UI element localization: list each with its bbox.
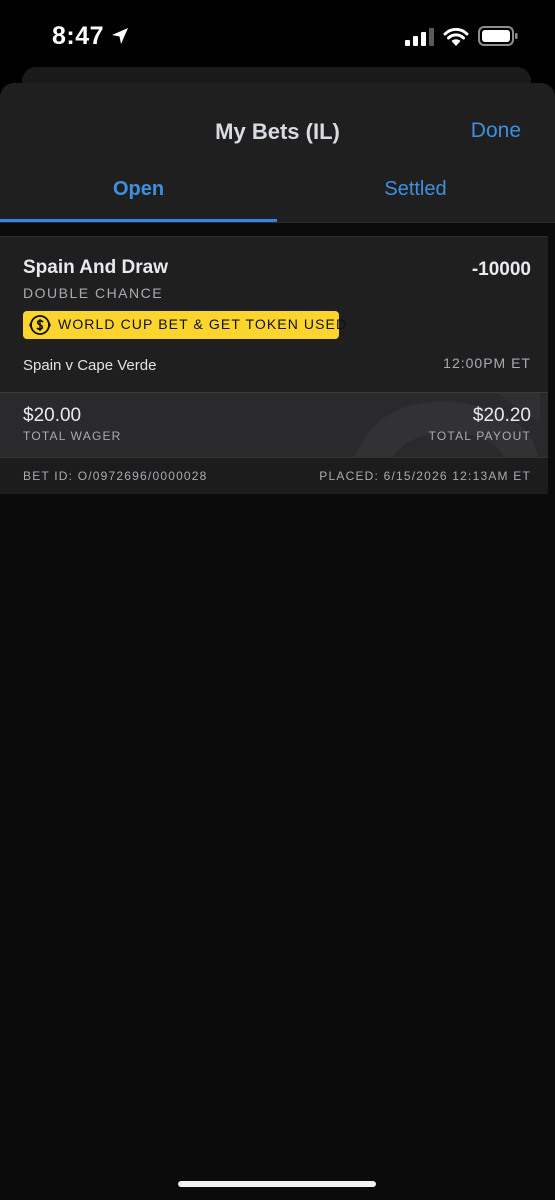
- total-wager-amount: $20.00: [23, 405, 82, 426]
- tab-settled[interactable]: Settled: [277, 178, 554, 201]
- total-wager-label: TOTAL WAGER: [23, 429, 122, 443]
- location-arrow-icon: [112, 28, 128, 44]
- status-time: 8:47: [52, 22, 105, 50]
- sheet-header: My Bets (IL) Done Open Settled: [0, 83, 555, 223]
- bet-card[interactable]: Spain And Draw -10000 DOUBLE CHANCE WORL…: [0, 236, 548, 494]
- wager-section: $20.00 TOTAL WAGER $20.20 TOTAL PAYOUT: [0, 392, 548, 457]
- event-time: 12:00PM ET: [443, 355, 531, 371]
- header-divider: [0, 222, 555, 223]
- token-badge: WORLD CUP BET & GET TOKEN USED: [23, 311, 346, 339]
- status-bar: 8:47: [0, 0, 555, 70]
- cellular-signal-icon: [405, 28, 434, 46]
- bet-odds: -10000: [471, 259, 531, 280]
- placed-time: PLACED: 6/15/2026 12:13AM ET: [319, 469, 531, 483]
- token-icon: [29, 315, 51, 335]
- home-indicator[interactable]: [178, 1181, 376, 1187]
- total-payout-amount: $20.20: [472, 405, 531, 426]
- my-bets-sheet: My Bets (IL) Done Open Settled Spain And…: [0, 83, 555, 1200]
- bet-selection: Spain And Draw: [23, 257, 168, 278]
- total-payout-label: TOTAL PAYOUT: [428, 429, 531, 443]
- tab-open[interactable]: Open: [0, 178, 277, 201]
- token-badge-label: WORLD CUP BET & GET TOKEN USED: [58, 316, 348, 332]
- done-button[interactable]: Done: [471, 119, 521, 143]
- battery-icon: [478, 26, 518, 46]
- bet-market: DOUBLE CHANCE: [23, 285, 164, 301]
- event-name: Spain v Cape Verde: [23, 357, 157, 374]
- bet-id: BET ID: O/0972696/0000028: [23, 469, 208, 483]
- bet-footer: BET ID: O/0972696/0000028 PLACED: 6/15/2…: [0, 457, 548, 494]
- wifi-icon: [443, 27, 469, 46]
